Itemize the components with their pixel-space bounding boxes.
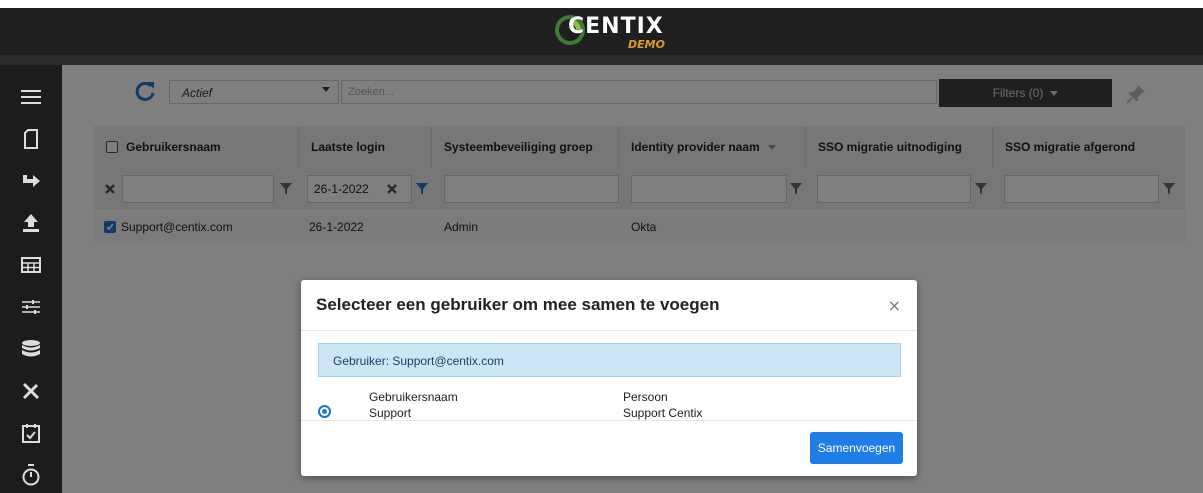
database-icon[interactable] [14,334,48,364]
logo-brand-text: CENTIX [568,14,664,39]
modal-divider [301,330,917,331]
table-grid-icon[interactable] [14,250,48,280]
calendar-check-icon[interactable] [14,418,48,448]
merge-button[interactable]: Samenvoegen [810,432,903,464]
modal-title: Selecteer een gebruiker om mee samen te … [316,295,720,314]
header-subbar [0,55,1203,65]
upload-icon[interactable] [14,208,48,238]
document-icon[interactable] [14,124,48,154]
arrow-redirect-icon[interactable] [14,166,48,196]
value-gebruikersnaam: Support [369,406,412,420]
tools-icon[interactable] [14,376,48,406]
close-icon[interactable]: × [888,296,901,315]
value-persoon: Support Centix [623,406,703,420]
top-strip [0,0,1203,8]
hamburger-menu-icon[interactable] [14,82,48,112]
col-header-gebruikersnaam: Gebruikersnaam [369,390,458,404]
modal-footer-divider [301,420,917,421]
logo-sub-text: DEMO [628,38,665,51]
sidebar [0,65,62,493]
sliders-icon[interactable] [14,292,48,322]
radio-dot [322,409,327,414]
col-header-persoon: Persoon [623,390,668,404]
centix-logo[interactable]: CENTIX DEMO [552,12,692,52]
selected-user-alert: Gebruiker: Support@centix.com [318,343,901,377]
merge-user-modal: Selecteer een gebruiker om mee samen te … [301,280,917,476]
stopwatch-icon[interactable] [14,460,48,490]
user-radio-button[interactable] [318,405,331,418]
